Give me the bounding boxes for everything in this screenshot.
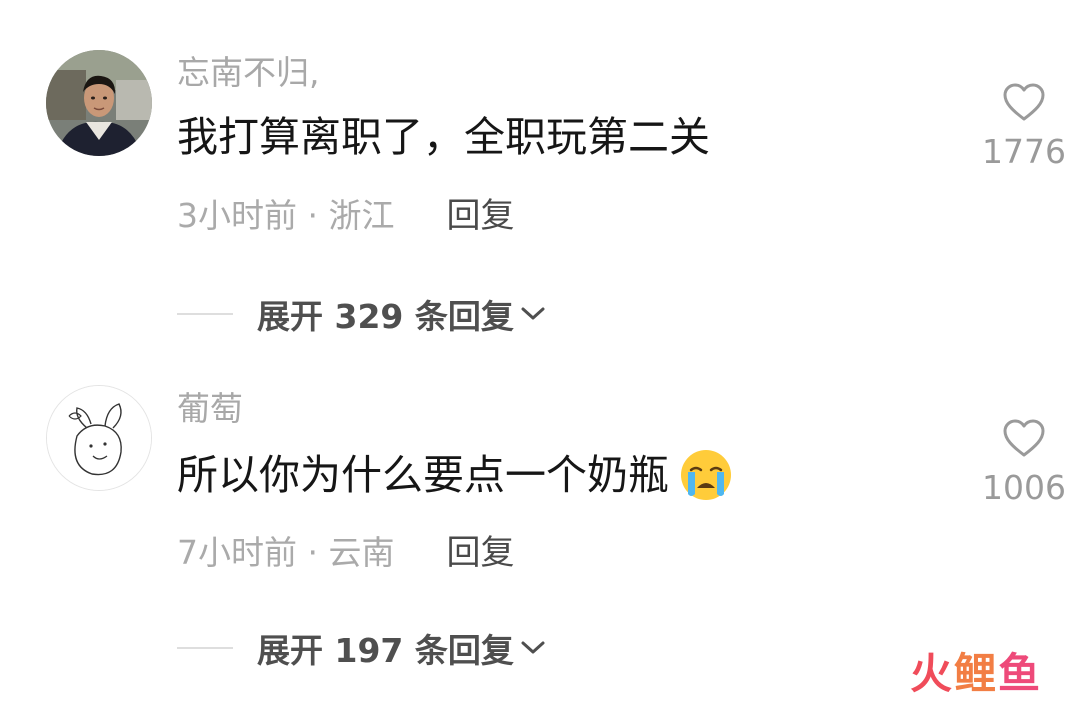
divider-line: [177, 647, 233, 649]
watermark-logo: 火鲤鱼: [910, 640, 1042, 701]
avatar[interactable]: [46, 385, 152, 491]
comment-text-content: 所以你为什么要点一个奶瓶: [177, 450, 669, 499]
comment-item: 葡萄 所以你为什么要点一个奶瓶 7小时前 · 云南 回复 1006 展开 197…: [0, 0, 1080, 670]
comment-meta: 7小时前 · 云南 回复: [177, 525, 514, 574]
comment-time-location: 7小时前 · 云南: [177, 532, 395, 572]
chevron-down-icon: [521, 641, 545, 654]
watermark-text: 火鲤鱼: [910, 649, 1043, 698]
crying-face-icon: [681, 450, 731, 500]
avatar-drawing: [47, 386, 151, 490]
like-control[interactable]: 1006: [968, 418, 1080, 507]
expand-replies-label: 展开 197 条回复: [257, 631, 514, 670]
expand-replies-button[interactable]: 展开 197 条回复: [177, 624, 546, 672]
heart-icon[interactable]: [1002, 418, 1046, 458]
username[interactable]: 葡萄: [177, 392, 243, 425]
like-count: 1006: [982, 468, 1066, 507]
reply-button[interactable]: 回复: [446, 525, 514, 574]
comment-text: 所以你为什么要点一个奶瓶: [177, 448, 733, 502]
